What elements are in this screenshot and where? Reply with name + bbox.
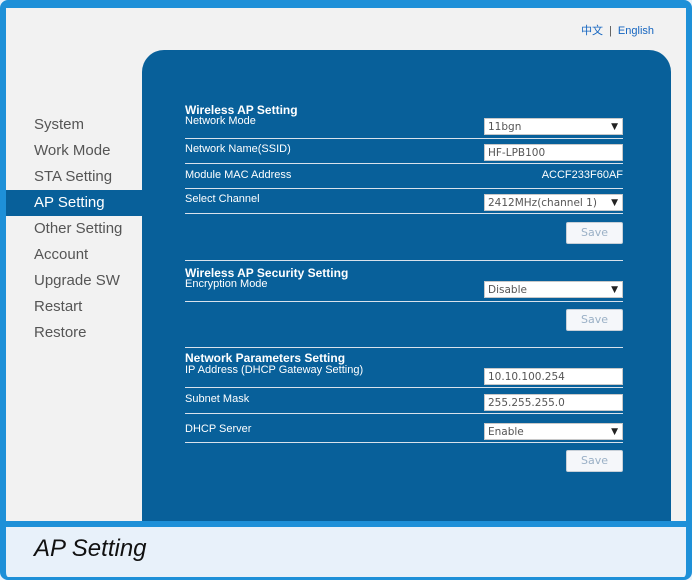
- sidebar-item-account[interactable]: Account: [6, 242, 142, 268]
- dhcp-value: Enable: [488, 426, 524, 438]
- dropdown-arrow-icon: ▼: [611, 122, 618, 132]
- ip-input[interactable]: 10.10.100.254: [484, 368, 623, 385]
- channel-value: 2412MHz(channel 1): [488, 197, 597, 209]
- lang-chinese-link[interactable]: 中文: [581, 25, 603, 37]
- sidebar-item-work-mode[interactable]: Work Mode: [6, 138, 142, 164]
- sidebar-item-upgrade-sw[interactable]: Upgrade SW: [6, 268, 142, 294]
- sidebar-item-restore[interactable]: Restore: [6, 320, 142, 346]
- dhcp-label: DHCP Server: [185, 423, 252, 435]
- dropdown-arrow-icon: ▼: [611, 198, 618, 208]
- lang-english-link[interactable]: English: [618, 25, 654, 37]
- router-admin-screen: 中文 | English System Work Mode STA Setting …: [6, 8, 686, 527]
- mask-row: Subnet Mask 255.255.255.0: [185, 389, 623, 414]
- encryption-select[interactable]: Disable ▼: [484, 281, 623, 298]
- network-mode-label: Network Mode: [185, 115, 256, 127]
- network-mode-value: 11bgn: [488, 121, 522, 133]
- language-switcher: 中文 | English: [581, 22, 654, 38]
- lang-separator: |: [609, 25, 612, 37]
- sidebar-item-ap-setting[interactable]: AP Setting: [6, 190, 142, 216]
- sidebar-nav: System Work Mode STA Setting AP Setting …: [6, 112, 142, 346]
- dropdown-arrow-icon: ▼: [611, 285, 618, 295]
- encryption-value: Disable: [488, 284, 527, 296]
- dhcp-row: DHCP Server Enable ▼: [185, 418, 623, 443]
- sidebar-item-restart[interactable]: Restart: [6, 294, 142, 320]
- channel-select[interactable]: 2412MHz(channel 1) ▼: [484, 194, 623, 211]
- mask-label: Subnet Mask: [185, 393, 250, 405]
- sidebar-item-other-setting[interactable]: Other Setting: [6, 216, 142, 242]
- sidebar-item-system[interactable]: System: [6, 112, 142, 138]
- mac-value: ACCF233F60AF: [541, 169, 623, 181]
- channel-row: Select Channel 2412MHz(channel 1) ▼: [185, 189, 623, 214]
- ip-label: IP Address (DHCP Gateway Setting): [185, 364, 364, 376]
- channel-label: Select Channel: [185, 193, 260, 205]
- ssid-label: Network Name(SSID): [185, 143, 291, 155]
- network-save-button[interactable]: Save: [566, 450, 623, 472]
- dropdown-arrow-icon: ▼: [611, 427, 618, 437]
- security-divider: [185, 323, 623, 348]
- wireless-divider: [185, 236, 623, 261]
- mac-row: Module MAC Address ACCF233F60AF: [185, 164, 623, 189]
- ssid-row: Network Name(SSID) HF-LPB100: [185, 139, 623, 164]
- network-mode-select[interactable]: 11bgn ▼: [484, 118, 623, 135]
- encryption-row: Encryption Mode Disable ▼: [185, 277, 623, 302]
- mac-label: Module MAC Address: [185, 169, 292, 181]
- network-mode-row: Network Mode 11bgn ▼: [185, 114, 623, 139]
- encryption-label: Encryption Mode: [185, 278, 268, 290]
- settings-panel: Wireless AP Setting Network Mode 11bgn ▼…: [142, 50, 671, 521]
- ip-row: IP Address (DHCP Gateway Setting) 10.10.…: [185, 363, 623, 388]
- ssid-input[interactable]: HF-LPB100: [484, 144, 623, 161]
- dhcp-select[interactable]: Enable ▼: [484, 423, 623, 440]
- mask-input[interactable]: 255.255.255.0: [484, 394, 623, 411]
- caption-label: AP Setting: [34, 535, 147, 562]
- sidebar-item-sta-setting[interactable]: STA Setting: [6, 164, 142, 190]
